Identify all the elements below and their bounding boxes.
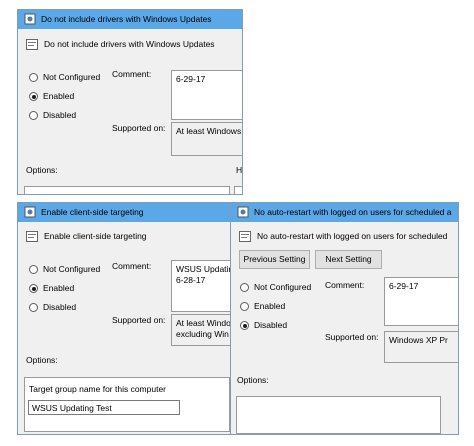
- radio-not-configured[interactable]: Not Configured: [29, 264, 100, 275]
- policy-name: Enable client-side targeting: [44, 231, 147, 241]
- policy-document-icon: [26, 39, 38, 51]
- policy-name: No auto-restart with logged on users for…: [257, 231, 448, 241]
- window-title: Do not include drivers with Windows Upda…: [41, 14, 212, 24]
- options-label: Options:: [237, 375, 269, 385]
- radio-disabled[interactable]: Disabled: [29, 110, 76, 121]
- policy-window-client-targeting: Enable client-side targeting Enable clie…: [17, 202, 243, 435]
- help-label: H: [236, 165, 243, 175]
- title-bar[interactable]: Do not include drivers with Windows Upda…: [18, 10, 242, 29]
- title-bar[interactable]: No auto-restart with logged on users for…: [231, 203, 458, 222]
- supported-on-field: At least Windows: [171, 122, 242, 156]
- comment-label: Comment:: [112, 69, 152, 79]
- policy-name-row: Do not include drivers with Windows Upda…: [26, 39, 215, 51]
- options-label: Options:: [26, 355, 58, 365]
- radio-enabled[interactable]: Enabled: [29, 91, 74, 102]
- target-group-input[interactable]: WSUS Updating Test: [28, 400, 180, 415]
- comment-field[interactable]: 6-29-17: [384, 277, 458, 326]
- supported-on-label: Supported on:: [325, 332, 379, 342]
- options-panel: [236, 396, 441, 434]
- comment-label: Comment:: [325, 280, 365, 290]
- radio-not-configured[interactable]: Not Configured: [29, 72, 100, 83]
- options-panel: Target group name for this computer WSUS…: [24, 377, 230, 432]
- target-group-label: Target group name for this computer: [29, 384, 167, 394]
- next-setting-button[interactable]: Next Setting: [315, 250, 382, 269]
- radio-not-configured[interactable]: Not Configured: [240, 282, 311, 293]
- policy-document-icon: [239, 231, 251, 243]
- comment-field[interactable]: 6-29-17: [171, 70, 242, 120]
- radio-enabled[interactable]: Enabled: [29, 283, 74, 294]
- radio-disabled[interactable]: Disabled: [240, 320, 287, 331]
- supported-on-label: Supported on:: [112, 315, 166, 325]
- policy-window-no-auto-restart: No auto-restart with logged on users for…: [230, 202, 459, 435]
- policy-name-row: Enable client-side targeting: [26, 231, 147, 243]
- options-panel: [24, 186, 230, 194]
- options-label: Options:: [26, 165, 58, 175]
- help-panel: [234, 186, 242, 194]
- policy-settings-icon: [24, 13, 36, 25]
- policy-name-row: No auto-restart with logged on users for…: [239, 231, 448, 243]
- policy-window-drivers: Do not include drivers with Windows Upda…: [17, 9, 243, 195]
- title-bar[interactable]: Enable client-side targeting: [18, 203, 242, 222]
- policy-document-icon: [26, 231, 38, 243]
- policy-settings-icon: [24, 206, 36, 218]
- radio-enabled[interactable]: Enabled: [240, 301, 285, 312]
- window-title: No auto-restart with logged on users for…: [254, 207, 452, 217]
- radio-disabled[interactable]: Disabled: [29, 302, 76, 313]
- policy-name: Do not include drivers with Windows Upda…: [44, 39, 215, 49]
- policy-settings-icon: [237, 206, 249, 218]
- previous-setting-button[interactable]: Previous Setting: [239, 250, 310, 269]
- window-title: Enable client-side targeting: [41, 207, 144, 217]
- comment-label: Comment:: [112, 261, 152, 271]
- supported-on-field: Windows XP Pr: [384, 331, 458, 363]
- supported-on-label: Supported on:: [112, 123, 166, 133]
